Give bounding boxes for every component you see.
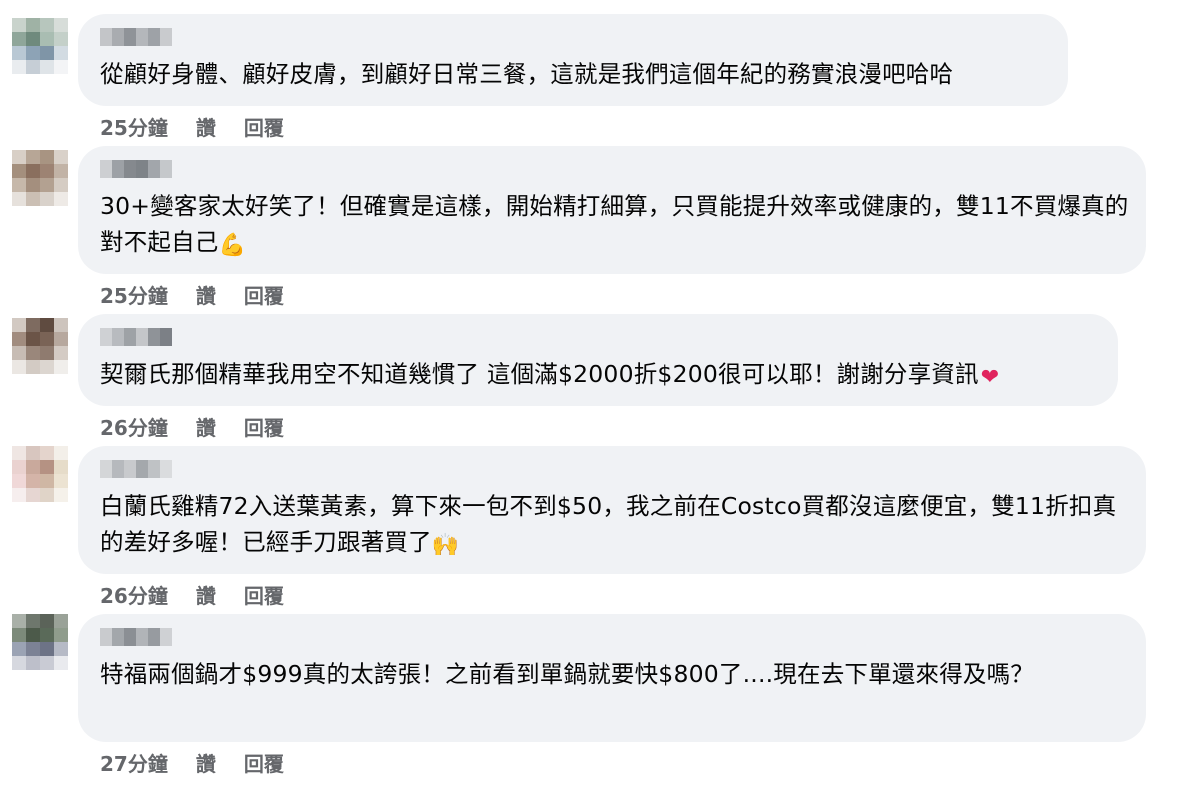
comment-timestamp[interactable]: 26分鐘 [100,580,168,609]
reply-button[interactable]: 回覆 [244,280,284,309]
comment-timestamp[interactable]: 26分鐘 [100,412,168,441]
comment-bubble: 白蘭氏雞精72入送葉黃素，算下來一包不到$50，我之前在Costco買都沒這麼便… [78,446,1146,574]
like-button[interactable]: 讚 [196,748,216,777]
raising-hands-icon: 🙌 [431,533,460,558]
comment-actions: 25分鐘 讚 回覆 [100,112,284,141]
author-name-blurred[interactable] [100,460,1124,478]
comment-bubble: 特福兩個鍋才$999真的太誇張！之前看到單鍋就要快$800了....現在去下單還… [78,614,1146,742]
author-name-blurred[interactable] [100,28,1046,46]
comment-timestamp[interactable]: 25分鐘 [100,280,168,309]
comment-actions: 25分鐘 讚 回覆 [100,280,284,309]
comment-actions: 27分鐘 讚 回覆 [100,748,284,777]
like-button[interactable]: 讚 [196,112,216,141]
avatar[interactable] [12,614,68,670]
reply-button[interactable]: 回覆 [244,748,284,777]
author-name-blurred[interactable] [100,628,1124,646]
avatar[interactable] [12,318,68,374]
comment-text: 從顧好身體、顧好皮膚，到顧好日常三餐，這就是我們這個年紀的務實浪漫吧哈哈 [100,60,954,88]
like-button[interactable]: 讚 [196,580,216,609]
author-name-blurred[interactable] [100,328,1096,346]
comment-actions: 26分鐘 讚 回覆 [100,412,284,441]
avatar[interactable] [12,150,68,206]
comment-text: 特福兩個鍋才$999真的太誇張！之前看到單鍋就要快$800了....現在去下單還… [100,660,1034,688]
avatar[interactable] [12,18,68,74]
reply-button[interactable]: 回覆 [244,112,284,141]
comment-text: 白蘭氏雞精72入送葉黃素，算下來一包不到$50，我之前在Costco買都沒這麼便… [100,492,1117,558]
like-button[interactable]: 讚 [196,412,216,441]
comment-text: 30+變客家太好笑了！但確實是這樣，開始精打細算，只買能提升效率或健康的，雙11… [100,192,1129,258]
author-name-blurred[interactable] [100,160,1124,178]
avatar[interactable] [12,446,68,502]
comment-bubble: 從顧好身體、顧好皮膚，到顧好日常三餐，這就是我們這個年紀的務實浪漫吧哈哈 [78,14,1068,106]
reply-button[interactable]: 回覆 [244,412,284,441]
comment-bubble: 30+變客家太好笑了！但確實是這樣，開始精打細算，只買能提升效率或健康的，雙11… [78,146,1146,274]
comment-bubble: 契爾氏那個精華我用空不知道幾慣了 這個滿$2000折$200很可以耶！謝謝分享資… [78,314,1118,406]
flexed-biceps-icon: 💪 [218,233,247,258]
comment-text: 契爾氏那個精華我用空不知道幾慣了 這個滿$2000折$200很可以耶！謝謝分享資… [100,360,1000,390]
heart-icon: ❤ [980,365,1000,390]
comment-timestamp[interactable]: 25分鐘 [100,112,168,141]
like-button[interactable]: 讚 [196,280,216,309]
reply-button[interactable]: 回覆 [244,580,284,609]
comment-actions: 26分鐘 讚 回覆 [100,580,284,609]
comment-timestamp[interactable]: 27分鐘 [100,748,168,777]
